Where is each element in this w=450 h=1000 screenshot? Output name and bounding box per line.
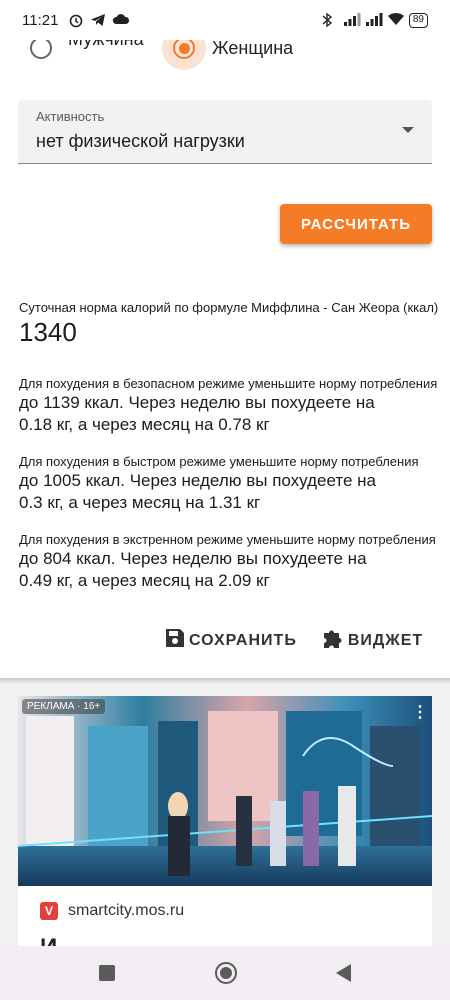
radio-female-label: Женщина	[212, 37, 294, 58]
recommendation-line: до 1139 ккал. Через неделю вы похудеете …	[19, 393, 375, 412]
recommendation-intro: Для похудения в экстренном режиме уменьш…	[19, 532, 436, 547]
more-options-icon[interactable]: ⋮	[412, 702, 428, 722]
home-icon[interactable]	[214, 962, 237, 984]
widget-button-label: ВИДЖЕТ	[347, 631, 424, 649]
activity-select-value: нет физической нагрузки	[36, 131, 245, 151]
ad-card[interactable]: РЕКЛАМА · 16+ ⋮ V smartcity.mos.ru И	[18, 696, 432, 961]
recommendation-intro: Для похудения в безопасном режиме уменьш…	[19, 376, 438, 391]
result-actions: СОХРАНИТЬ ВИДЖЕТ	[164, 626, 423, 655]
status-bar: 11:21 89	[0, 0, 450, 40]
floppy-disk-icon	[164, 627, 189, 654]
ad-image[interactable]: РЕКЛАМА · 16+ ⋮	[18, 696, 432, 886]
battery-indicator: 89	[408, 12, 428, 28]
recommendation-line: до 804 ккал. Через неделю вы похудеете н…	[19, 549, 367, 568]
widget-button[interactable]: ВИДЖЕТ	[321, 626, 423, 655]
navigation-bar	[0, 946, 450, 1000]
recommendation-safe: Для похудения в безопасном режиме уменьш…	[19, 376, 450, 436]
result-title: Суточная норма калорий по формуле Миффли…	[19, 300, 439, 315]
ad-source[interactable]: V smartcity.mos.ru	[40, 902, 184, 920]
cloud-icon	[112, 12, 130, 28]
alarm-icon	[68, 12, 84, 28]
save-button[interactable]: СОХРАНИТЬ	[164, 627, 297, 654]
dropdown-arrow-icon	[402, 127, 414, 133]
activity-select-label: Активность	[36, 109, 105, 124]
recommendation-line: до 1005 ккал. Через неделю вы похудеете …	[19, 471, 376, 490]
recommendation-line: 0.3 кг, а через месяц на 1.31 кг	[19, 493, 261, 512]
signal-icon	[343, 12, 361, 28]
status-time: 11:21	[22, 11, 59, 29]
ad-badge: РЕКЛАМА · 16+	[22, 699, 106, 714]
calculate-button[interactable]: РАССЧИТАТЬ	[280, 204, 432, 244]
telegram-icon	[90, 12, 106, 28]
result-section: Суточная норма калорий по формуле Миффли…	[19, 300, 450, 348]
save-button-label: СОХРАНИТЬ	[189, 631, 297, 649]
ad-source-domain: smartcity.mos.ru	[68, 902, 185, 919]
recommendation-intro: Для похудения в быстром режиме уменьшите…	[19, 454, 419, 469]
back-icon[interactable]	[335, 964, 351, 982]
radio-male[interactable]	[30, 37, 52, 59]
recommendation-fast: Для похудения в быстром режиме уменьшите…	[19, 454, 450, 514]
puzzle-piece-icon	[321, 626, 348, 655]
activity-select[interactable]: Активность нет физической нагрузки	[18, 100, 432, 164]
result-value: 1340	[19, 317, 77, 347]
recommendation-line: 0.18 кг, а через месяц на 0.78 кг	[19, 415, 270, 434]
bluetooth-icon	[321, 12, 337, 28]
signal-icon	[365, 12, 383, 28]
recent-apps-icon[interactable]	[99, 965, 116, 981]
recommendation-extreme: Для похудения в экстренном режиме уменьш…	[19, 532, 450, 592]
wifi-icon	[387, 12, 404, 28]
ad-source-logo: V	[40, 902, 58, 920]
recommendation-line: 0.49 кг, а через месяц на 2.09 кг	[19, 571, 270, 590]
radio-selected-dot	[173, 37, 195, 59]
